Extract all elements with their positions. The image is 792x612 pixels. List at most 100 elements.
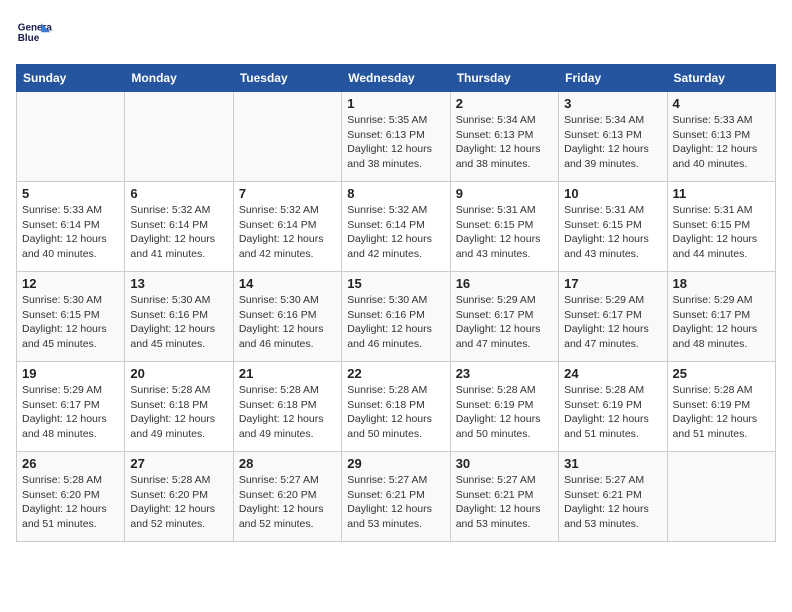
day-info: and 51 minutes.: [673, 427, 770, 442]
day-info: and 47 minutes.: [564, 337, 661, 352]
day-info: Sunrise: 5:31 AM: [673, 203, 770, 218]
day-info: and 40 minutes.: [22, 247, 119, 262]
day-info: Sunset: 6:16 PM: [239, 308, 336, 323]
day-number: 22: [347, 366, 444, 381]
day-cell: 17Sunrise: 5:29 AMSunset: 6:17 PMDayligh…: [559, 272, 667, 362]
day-cell: 15Sunrise: 5:30 AMSunset: 6:16 PMDayligh…: [342, 272, 450, 362]
day-info: Sunset: 6:16 PM: [130, 308, 227, 323]
day-info: Sunset: 6:16 PM: [347, 308, 444, 323]
day-cell: 22Sunrise: 5:28 AMSunset: 6:18 PMDayligh…: [342, 362, 450, 452]
day-info: Sunset: 6:15 PM: [22, 308, 119, 323]
day-info: Sunset: 6:18 PM: [130, 398, 227, 413]
page-header: General Blue: [16, 16, 776, 52]
day-info: Sunset: 6:15 PM: [673, 218, 770, 233]
day-info: Daylight: 12 hours: [130, 502, 227, 517]
day-cell: 30Sunrise: 5:27 AMSunset: 6:21 PMDayligh…: [450, 452, 558, 542]
col-header-thursday: Thursday: [450, 65, 558, 92]
day-cell: [17, 92, 125, 182]
day-cell: 29Sunrise: 5:27 AMSunset: 6:21 PMDayligh…: [342, 452, 450, 542]
day-info: and 42 minutes.: [239, 247, 336, 262]
day-info: and 41 minutes.: [130, 247, 227, 262]
day-cell: 6Sunrise: 5:32 AMSunset: 6:14 PMDaylight…: [125, 182, 233, 272]
day-info: Daylight: 12 hours: [564, 142, 661, 157]
day-info: and 51 minutes.: [22, 517, 119, 532]
day-info: Sunrise: 5:28 AM: [564, 383, 661, 398]
day-info: Sunrise: 5:30 AM: [22, 293, 119, 308]
day-info: Sunrise: 5:29 AM: [564, 293, 661, 308]
day-cell: 7Sunrise: 5:32 AMSunset: 6:14 PMDaylight…: [233, 182, 341, 272]
day-number: 26: [22, 456, 119, 471]
day-number: 13: [130, 276, 227, 291]
day-info: Sunrise: 5:33 AM: [673, 113, 770, 128]
day-number: 9: [456, 186, 553, 201]
day-cell: 4Sunrise: 5:33 AMSunset: 6:13 PMDaylight…: [667, 92, 775, 182]
day-number: 12: [22, 276, 119, 291]
day-info: Sunrise: 5:35 AM: [347, 113, 444, 128]
day-cell: 2Sunrise: 5:34 AMSunset: 6:13 PMDaylight…: [450, 92, 558, 182]
col-header-sunday: Sunday: [17, 65, 125, 92]
day-cell: 8Sunrise: 5:32 AMSunset: 6:14 PMDaylight…: [342, 182, 450, 272]
day-number: 20: [130, 366, 227, 381]
day-info: Sunset: 6:13 PM: [564, 128, 661, 143]
day-info: Sunset: 6:19 PM: [564, 398, 661, 413]
day-info: Sunrise: 5:28 AM: [22, 473, 119, 488]
logo-icon: General Blue: [16, 16, 52, 52]
day-info: Sunrise: 5:29 AM: [22, 383, 119, 398]
day-number: 24: [564, 366, 661, 381]
day-info: Daylight: 12 hours: [456, 502, 553, 517]
day-info: and 38 minutes.: [347, 157, 444, 172]
day-info: Sunset: 6:20 PM: [22, 488, 119, 503]
day-info: Daylight: 12 hours: [456, 232, 553, 247]
col-header-tuesday: Tuesday: [233, 65, 341, 92]
day-info: Sunset: 6:14 PM: [22, 218, 119, 233]
day-info: and 43 minutes.: [456, 247, 553, 262]
week-row-3: 12Sunrise: 5:30 AMSunset: 6:15 PMDayligh…: [17, 272, 776, 362]
day-info: Sunset: 6:13 PM: [673, 128, 770, 143]
day-info: Daylight: 12 hours: [673, 142, 770, 157]
day-info: Sunset: 6:21 PM: [347, 488, 444, 503]
col-header-monday: Monday: [125, 65, 233, 92]
day-info: Daylight: 12 hours: [22, 502, 119, 517]
day-info: Sunset: 6:17 PM: [673, 308, 770, 323]
day-info: and 48 minutes.: [22, 427, 119, 442]
col-header-saturday: Saturday: [667, 65, 775, 92]
day-info: and 52 minutes.: [239, 517, 336, 532]
day-info: Sunrise: 5:29 AM: [456, 293, 553, 308]
day-info: Sunrise: 5:33 AM: [22, 203, 119, 218]
day-info: Daylight: 12 hours: [347, 232, 444, 247]
day-cell: 3Sunrise: 5:34 AMSunset: 6:13 PMDaylight…: [559, 92, 667, 182]
day-info: and 50 minutes.: [347, 427, 444, 442]
day-info: Daylight: 12 hours: [22, 412, 119, 427]
day-cell: 10Sunrise: 5:31 AMSunset: 6:15 PMDayligh…: [559, 182, 667, 272]
day-info: Daylight: 12 hours: [347, 142, 444, 157]
day-info: Daylight: 12 hours: [456, 412, 553, 427]
day-info: Sunset: 6:15 PM: [456, 218, 553, 233]
day-number: 5: [22, 186, 119, 201]
day-info: Sunset: 6:14 PM: [130, 218, 227, 233]
day-number: 19: [22, 366, 119, 381]
week-row-4: 19Sunrise: 5:29 AMSunset: 6:17 PMDayligh…: [17, 362, 776, 452]
day-info: Daylight: 12 hours: [239, 322, 336, 337]
week-row-1: 1Sunrise: 5:35 AMSunset: 6:13 PMDaylight…: [17, 92, 776, 182]
day-info: and 45 minutes.: [130, 337, 227, 352]
day-cell: 19Sunrise: 5:29 AMSunset: 6:17 PMDayligh…: [17, 362, 125, 452]
day-info: Daylight: 12 hours: [456, 322, 553, 337]
day-cell: 16Sunrise: 5:29 AMSunset: 6:17 PMDayligh…: [450, 272, 558, 362]
day-info: Daylight: 12 hours: [564, 502, 661, 517]
svg-text:Blue: Blue: [18, 33, 40, 44]
day-info: and 50 minutes.: [456, 427, 553, 442]
day-info: Daylight: 12 hours: [564, 412, 661, 427]
day-info: Sunrise: 5:27 AM: [456, 473, 553, 488]
day-info: Sunrise: 5:31 AM: [564, 203, 661, 218]
day-info: Sunset: 6:15 PM: [564, 218, 661, 233]
day-info: Daylight: 12 hours: [130, 232, 227, 247]
day-number: 29: [347, 456, 444, 471]
day-info: Daylight: 12 hours: [22, 322, 119, 337]
day-info: Sunrise: 5:28 AM: [130, 473, 227, 488]
day-cell: [233, 92, 341, 182]
calendar-header-row: SundayMondayTuesdayWednesdayThursdayFrid…: [17, 65, 776, 92]
day-info: Sunrise: 5:30 AM: [239, 293, 336, 308]
day-number: 7: [239, 186, 336, 201]
day-number: 27: [130, 456, 227, 471]
day-cell: 5Sunrise: 5:33 AMSunset: 6:14 PMDaylight…: [17, 182, 125, 272]
